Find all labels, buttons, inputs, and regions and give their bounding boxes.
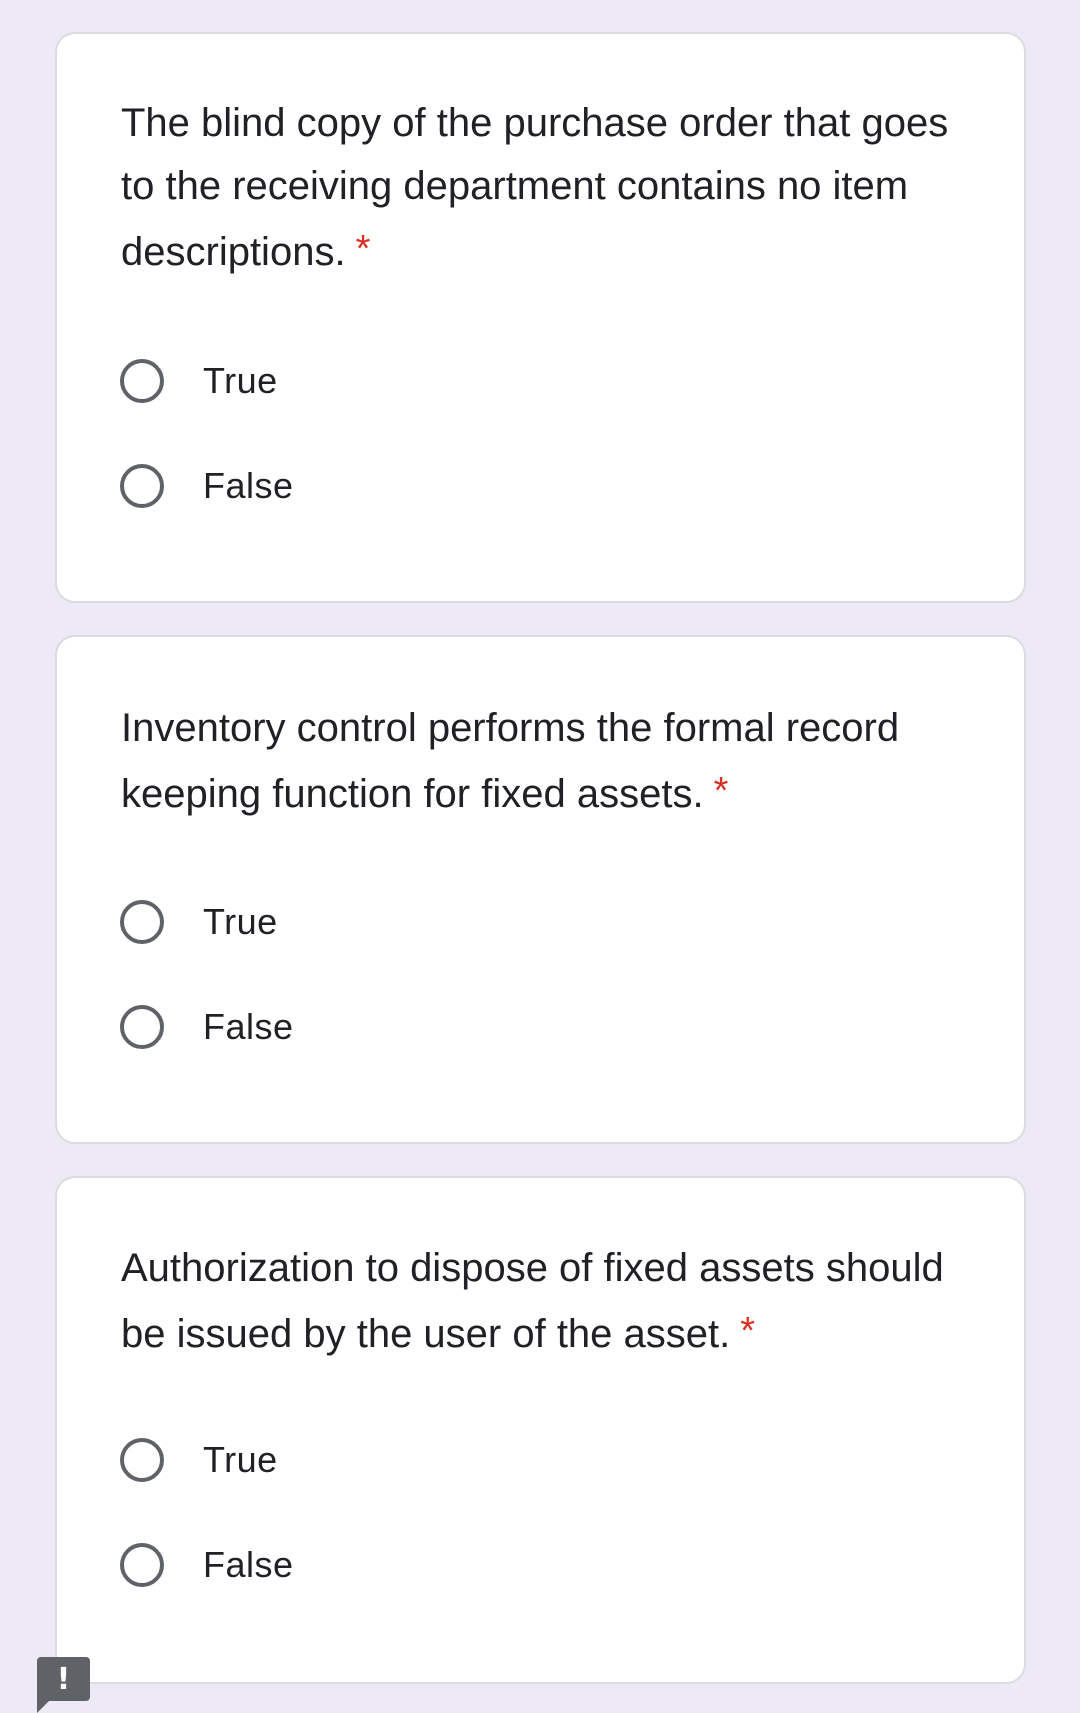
required-asterisk: * xyxy=(355,228,371,270)
option-label: True xyxy=(203,360,278,401)
radio-button-icon[interactable] xyxy=(120,1543,164,1587)
option-label: True xyxy=(203,901,278,942)
question-title: The blind copy of the purchase order tha… xyxy=(121,92,964,284)
option-true[interactable]: True xyxy=(120,1432,278,1488)
radio-button-icon[interactable] xyxy=(120,464,164,508)
question-text: Authorization to dispose of fixed assets… xyxy=(121,1246,944,1356)
option-false[interactable]: False xyxy=(120,458,294,514)
exclamation-icon: ! xyxy=(56,1661,71,1697)
option-label: False xyxy=(203,465,294,506)
option-true[interactable]: True xyxy=(120,353,278,409)
option-label: False xyxy=(203,1006,294,1047)
question-title: Inventory control performs the formal re… xyxy=(121,697,964,826)
option-true[interactable]: True xyxy=(120,894,278,950)
question-card-2: Inventory control performs the formal re… xyxy=(55,635,1026,1144)
required-asterisk: * xyxy=(713,770,729,812)
option-label: True xyxy=(203,1439,278,1480)
report-feedback-button[interactable]: ! xyxy=(37,1657,90,1713)
question-text: Inventory control performs the formal re… xyxy=(121,706,900,816)
question-text: The blind copy of the purchase order tha… xyxy=(121,101,949,274)
radio-button-icon[interactable] xyxy=(120,1005,164,1049)
question-title: Authorization to dispose of fixed assets… xyxy=(121,1237,964,1366)
option-label: False xyxy=(203,1544,294,1585)
radio-button-icon[interactable] xyxy=(120,1438,164,1482)
option-false[interactable]: False xyxy=(120,999,294,1055)
radio-button-icon[interactable] xyxy=(120,359,164,403)
question-card-3: Authorization to dispose of fixed assets… xyxy=(55,1176,1026,1684)
question-card-1: The blind copy of the purchase order tha… xyxy=(55,32,1026,603)
radio-button-icon[interactable] xyxy=(120,900,164,944)
option-false[interactable]: False xyxy=(120,1537,294,1593)
required-asterisk: * xyxy=(740,1310,756,1352)
